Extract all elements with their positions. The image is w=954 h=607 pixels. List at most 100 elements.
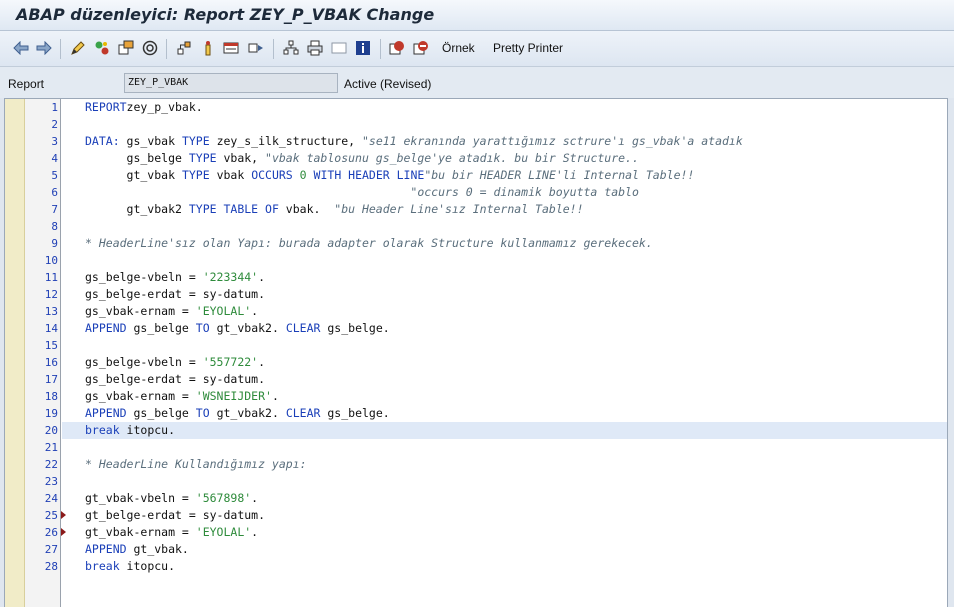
- back-arrow-icon[interactable]: [12, 39, 30, 57]
- printer-icon[interactable]: [306, 39, 324, 57]
- layout-icon[interactable]: [282, 39, 300, 57]
- session-breakpoint-icon[interactable]: [412, 39, 430, 57]
- code-token: "occurs 0 = dinamik boyutta tablo: [85, 185, 639, 199]
- code-token: gs_belge-vbeln =: [85, 270, 203, 284]
- breakpoint-icon[interactable]: [388, 39, 406, 57]
- line-number: 19: [44, 407, 58, 420]
- code-text: * HeaderLine'sız olan Yapı: burada adapt…: [85, 235, 653, 252]
- line-number: 21: [44, 441, 58, 454]
- code-line[interactable]: 27 APPEND gt_vbak.: [5, 541, 947, 558]
- breakpoint-marker-icon[interactable]: [61, 511, 66, 519]
- check-icon[interactable]: [141, 39, 159, 57]
- code-token: APPEND: [85, 321, 127, 335]
- line-number: 8: [51, 220, 58, 233]
- toolbar-separator: [166, 39, 167, 59]
- code-token: vbak.: [278, 202, 335, 216]
- code-token: 0: [299, 168, 307, 182]
- code-token: '223344': [202, 270, 259, 284]
- line-number: 9: [51, 237, 58, 250]
- code-token: break: [85, 423, 120, 437]
- code-text: gt_vbak-vbeln = '567898'.: [85, 490, 258, 507]
- code-text: gt_vbak TYPE vbak OCCURS 0 WITH HEADER L…: [85, 167, 695, 184]
- code-token: vbak: [209, 168, 252, 182]
- code-text: APPEND gs_belge TO gt_vbak2. CLEAR gs_be…: [85, 320, 390, 337]
- display-change-icon[interactable]: [69, 39, 87, 57]
- ornek-button[interactable]: Örnek: [442, 41, 475, 55]
- code-line[interactable]: 17 gs_belge-erdat = sy-datum.: [5, 371, 947, 388]
- code-token: gs_vbak-ernam =: [85, 389, 196, 403]
- code-token: gs_belge: [126, 321, 196, 335]
- breakpoint-marker-icon[interactable]: [61, 528, 66, 536]
- code-token: TO: [195, 321, 210, 335]
- code-line[interactable]: 23: [5, 473, 947, 490]
- navigation-window-icon[interactable]: [247, 39, 265, 57]
- forward-arrow-icon[interactable]: [35, 39, 53, 57]
- code-token: "vbak tablosunu gs_belge'ye atadık. bu b…: [265, 151, 639, 165]
- code-token: "bu Header Line'sız Internal Table!!: [334, 202, 584, 216]
- code-line[interactable]: 2: [5, 116, 947, 133]
- line-number: 10: [44, 254, 58, 267]
- code-token: 'WSNEIJDER': [195, 389, 272, 403]
- line-number: 2: [51, 118, 58, 131]
- hierarchy-icon[interactable]: [175, 39, 193, 57]
- current-line-highlight: [62, 422, 947, 439]
- code-line[interactable]: 13 gs_vbak-ernam = 'EYOLAL'.: [5, 303, 947, 320]
- code-token: APPEND: [85, 542, 127, 556]
- code-token: * HeaderLine'sız olan Yapı: burada adapt…: [85, 236, 653, 250]
- line-number: 18: [44, 390, 58, 403]
- code-line[interactable]: 10: [5, 252, 947, 269]
- code-line[interactable]: 14 APPEND gs_belge TO gt_vbak2. CLEAR gs_…: [5, 320, 947, 337]
- code-line[interactable]: 20 break itopcu.: [5, 422, 947, 439]
- code-line[interactable]: 7 gt_vbak2 TYPE TABLE OF vbak. "bu Heade…: [5, 201, 947, 218]
- object-list-icon[interactable]: [222, 39, 240, 57]
- code-line[interactable]: 25 gt_belge-erdat = sy-datum.: [5, 507, 947, 524]
- code-line[interactable]: 24 gt_vbak-vbeln = '567898'.: [5, 490, 947, 507]
- code-line[interactable]: 21: [5, 439, 947, 456]
- code-token: gs_vbak: [119, 134, 182, 148]
- code-line[interactable]: 4 gs_belge TYPE vbak, "vbak tablosunu gs…: [5, 150, 947, 167]
- code-line[interactable]: 3 DATA: gs_vbak TYPE zey_s_ilk_structure,…: [5, 133, 947, 150]
- code-line[interactable]: 16 gs_belge-vbeln = '557722'.: [5, 354, 947, 371]
- active-inactive-icon[interactable]: [93, 39, 111, 57]
- code-token: .: [271, 389, 279, 403]
- code-token: TYPE: [181, 134, 210, 148]
- line-number: 16: [44, 356, 58, 369]
- code-line[interactable]: 18 gs_vbak-ernam = 'WSNEIJDER'.: [5, 388, 947, 405]
- where-used-icon[interactable]: [199, 39, 217, 57]
- code-token: gt_vbak-ernam =: [85, 525, 196, 539]
- code-line[interactable]: 26 gt_vbak-ernam = 'EYOLAL'.: [5, 524, 947, 541]
- code-line[interactable]: 15: [5, 337, 947, 354]
- other-object-icon[interactable]: [117, 39, 135, 57]
- line-number: 27: [44, 543, 58, 556]
- code-line[interactable]: 22 * HeaderLine Kullandığımız yapı:: [5, 456, 947, 473]
- code-token: zey_s_ilk_structure,: [209, 134, 362, 148]
- info-icon[interactable]: [354, 39, 372, 57]
- pretty-printer-button[interactable]: Pretty Printer: [493, 41, 563, 55]
- code-text: gs_vbak-ernam = 'EYOLAL'.: [85, 303, 258, 320]
- code-text: break itopcu.: [85, 558, 175, 575]
- code-token: gs_belge-vbeln =: [85, 355, 203, 369]
- code-line[interactable]: 19 APPEND gs_belge TO gt_vbak2. CLEAR gs_…: [5, 405, 947, 422]
- code-token: DATA:: [85, 134, 120, 148]
- code-line[interactable]: 11 gs_belge-vbeln = '223344'.: [5, 269, 947, 286]
- code-editor[interactable]: 1 REPORTzey_p_vbak. 2 3 DATA: gs_vbak TYPE z…: [4, 98, 948, 607]
- code-token: zey_p_vbak.: [126, 100, 203, 114]
- code-token: '567898': [195, 491, 252, 505]
- line-number: 28: [44, 560, 58, 573]
- code-line[interactable]: 8: [5, 218, 947, 235]
- code-line[interactable]: 28 break itopcu.: [5, 558, 947, 575]
- line-number: 4: [51, 152, 58, 165]
- code-line[interactable]: 12 gs_belge-erdat = sy-datum.: [5, 286, 947, 303]
- code-line[interactable]: 5 gt_vbak TYPE vbak OCCURS 0 WITH HEADER…: [5, 167, 947, 184]
- line-number: 26: [44, 526, 58, 539]
- code-line[interactable]: 9 * HeaderLine'sız olan Yapı: burada adap…: [5, 235, 947, 252]
- report-name-field[interactable]: ZEY_P_VBAK: [124, 73, 338, 93]
- code-line[interactable]: 6 "occurs 0 = dinamik boyutta tablo: [5, 184, 947, 201]
- code-token: TYPE TABLE OF: [188, 202, 279, 216]
- line-number: 20: [44, 424, 58, 437]
- code-token: gs_belge-erdat = sy-datum.: [85, 287, 266, 301]
- line-number: 3: [51, 135, 58, 148]
- page-icon[interactable]: [330, 39, 348, 57]
- code-line[interactable]: 1 REPORTzey_p_vbak.: [5, 99, 947, 116]
